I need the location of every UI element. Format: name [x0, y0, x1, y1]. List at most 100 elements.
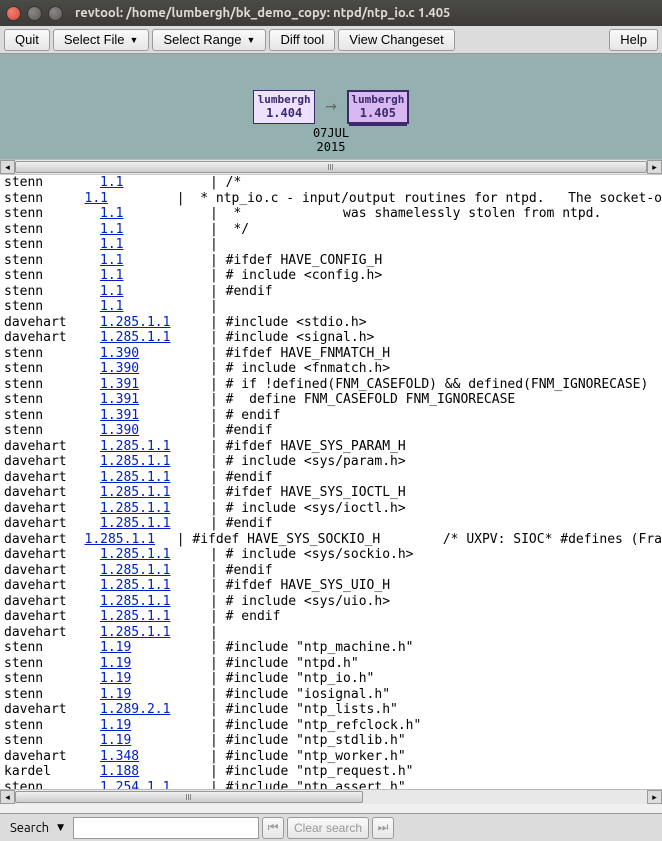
revision-link[interactable]: 1.285.1.1: [100, 625, 170, 640]
revision-link[interactable]: 1.391: [100, 392, 139, 407]
code-line: davehart1.285.1.1| # endif: [0, 609, 662, 625]
revision-link[interactable]: 1.285.1.1: [100, 547, 170, 562]
revision-link[interactable]: 1.285.1.1: [100, 609, 170, 624]
scrollbar-track[interactable]: [15, 160, 647, 174]
search-next-button[interactable]: ⏭: [372, 817, 394, 839]
code-line: stenn1.1| /*: [0, 175, 662, 191]
line-revision: 1.391: [100, 377, 210, 393]
revision-link[interactable]: 1.285.1.1: [85, 532, 155, 547]
line-separator: |: [210, 377, 226, 393]
scroll-left-icon[interactable]: ◂: [0, 160, 15, 174]
code-line: stenn1.19| #include "ntp_machine.h": [0, 640, 662, 656]
minimize-icon[interactable]: [27, 6, 42, 21]
revision-link[interactable]: 1.1: [100, 299, 123, 314]
revision-link[interactable]: 1.1: [85, 191, 108, 206]
search-label-text: Search: [10, 821, 49, 835]
scrollbar-thumb[interactable]: [15, 161, 647, 173]
select-range-button[interactable]: Select Range▼: [152, 29, 266, 51]
revision-node-current[interactable]: lumbergh 1.405: [347, 90, 409, 124]
line-author: stenn: [0, 640, 100, 656]
diff-tool-label: Diff tool: [280, 32, 324, 47]
revision-link[interactable]: 1.285.1.1: [100, 485, 170, 500]
revision-link[interactable]: 1.390: [100, 346, 139, 361]
revision-link[interactable]: 1.19: [100, 640, 131, 655]
revision-link[interactable]: 1.1: [100, 268, 123, 283]
close-icon[interactable]: [6, 6, 21, 21]
scroll-right-icon[interactable]: ▸: [647, 160, 662, 174]
select-file-button[interactable]: Select File▼: [53, 29, 150, 51]
revision-link[interactable]: 1.1: [100, 206, 123, 221]
graph-horizontal-scrollbar[interactable]: ◂ ▸: [0, 159, 662, 174]
line-source: #ifdef HAVE_SYS_IOCTL_H: [226, 485, 406, 501]
search-label[interactable]: Search ▼: [4, 821, 70, 835]
revision-link[interactable]: 1.285.1.1: [100, 594, 170, 609]
line-separator: |: [210, 749, 226, 765]
line-separator: |: [210, 439, 226, 455]
revision-link[interactable]: 1.285.1.1: [100, 439, 170, 454]
revision-link[interactable]: 1.390: [100, 423, 139, 438]
line-revision: 1.285.1.1: [100, 439, 210, 455]
line-separator: |: [210, 299, 226, 315]
search-prev-button[interactable]: ⏮: [262, 817, 284, 839]
code-horizontal-scrollbar[interactable]: ◂ ▸: [0, 789, 662, 804]
line-separator: |: [210, 687, 226, 703]
revision-link[interactable]: 1.391: [100, 377, 139, 392]
scroll-right-icon[interactable]: ▸: [647, 790, 662, 804]
maximize-icon[interactable]: [48, 6, 63, 21]
scroll-left-icon[interactable]: ◂: [0, 790, 15, 804]
clear-search-button[interactable]: Clear search: [287, 817, 369, 839]
quit-label: Quit: [15, 32, 39, 47]
line-revision: 1.285.1.1: [100, 454, 210, 470]
revision-link[interactable]: 1.348: [100, 749, 139, 764]
revision-link[interactable]: 1.285.1.1: [100, 470, 170, 485]
revision-link[interactable]: 1.285.1.1: [100, 315, 170, 330]
revision-link[interactable]: 1.1: [100, 237, 123, 252]
diff-tool-button[interactable]: Diff tool: [269, 29, 335, 51]
revision-node-prev[interactable]: lumbergh 1.404: [253, 90, 315, 124]
scrollbar-track[interactable]: [15, 790, 647, 804]
window-titlebar: revtool: /home/lumbergh/bk_demo_copy: nt…: [0, 0, 662, 26]
revision-link[interactable]: 1.188: [100, 764, 139, 779]
line-revision: 1.19: [100, 718, 210, 734]
revision-link[interactable]: 1.289.2.1: [100, 702, 170, 717]
line-revision: 1.19: [100, 687, 210, 703]
line-author: stenn: [0, 733, 100, 749]
line-separator: |: [210, 361, 226, 377]
line-author: stenn: [0, 392, 100, 408]
code-line: stenn1.19| #include "ntp_refclock.h": [0, 718, 662, 734]
next-icon: ⏭: [378, 820, 389, 835]
revision-link[interactable]: 1.390: [100, 361, 139, 376]
revision-link[interactable]: 1.19: [100, 718, 131, 733]
revision-link[interactable]: 1.285.1.1: [100, 563, 170, 578]
revision-link[interactable]: 1.285.1.1: [100, 454, 170, 469]
search-input[interactable]: [73, 817, 259, 839]
chevron-down-icon: ▼: [130, 35, 139, 45]
revision-link[interactable]: 1.391: [100, 408, 139, 423]
line-separator: |: [210, 501, 226, 517]
code-listing[interactable]: stenn1.1| /*stenn1.1| * ntp_io.c - input…: [0, 175, 662, 790]
revision-link[interactable]: 1.19: [100, 733, 131, 748]
line-source: /*: [226, 175, 242, 191]
scrollbar-thumb[interactable]: [15, 791, 363, 803]
revision-link[interactable]: 1.1: [100, 253, 123, 268]
code-line: stenn1.1|: [0, 299, 662, 315]
revision-link[interactable]: 1.285.1.1: [100, 578, 170, 593]
help-button[interactable]: Help: [609, 29, 658, 51]
revision-link[interactable]: 1.1: [100, 175, 123, 190]
line-source: # include <sys/param.h>: [226, 454, 406, 470]
line-revision: 1.188: [100, 764, 210, 780]
revision-link[interactable]: 1.285.1.1: [100, 330, 170, 345]
revision-link[interactable]: 1.19: [100, 656, 131, 671]
revision-link[interactable]: 1.1: [100, 284, 123, 299]
revision-link[interactable]: 1.285.1.1: [100, 501, 170, 516]
code-line: davehart1.285.1.1| #endif: [0, 470, 662, 486]
revision-link[interactable]: 1.19: [100, 671, 131, 686]
revision-link[interactable]: 1.1: [100, 222, 123, 237]
line-author: davehart: [0, 501, 100, 517]
code-line: stenn1.391| # if !defined(FNM_CASEFOLD) …: [0, 377, 662, 393]
quit-button[interactable]: Quit: [4, 29, 50, 51]
line-source: #include "iosignal.h": [226, 687, 390, 703]
revision-link[interactable]: 1.19: [100, 687, 131, 702]
view-changeset-button[interactable]: View Changeset: [338, 29, 454, 51]
revision-link[interactable]: 1.285.1.1: [100, 516, 170, 531]
